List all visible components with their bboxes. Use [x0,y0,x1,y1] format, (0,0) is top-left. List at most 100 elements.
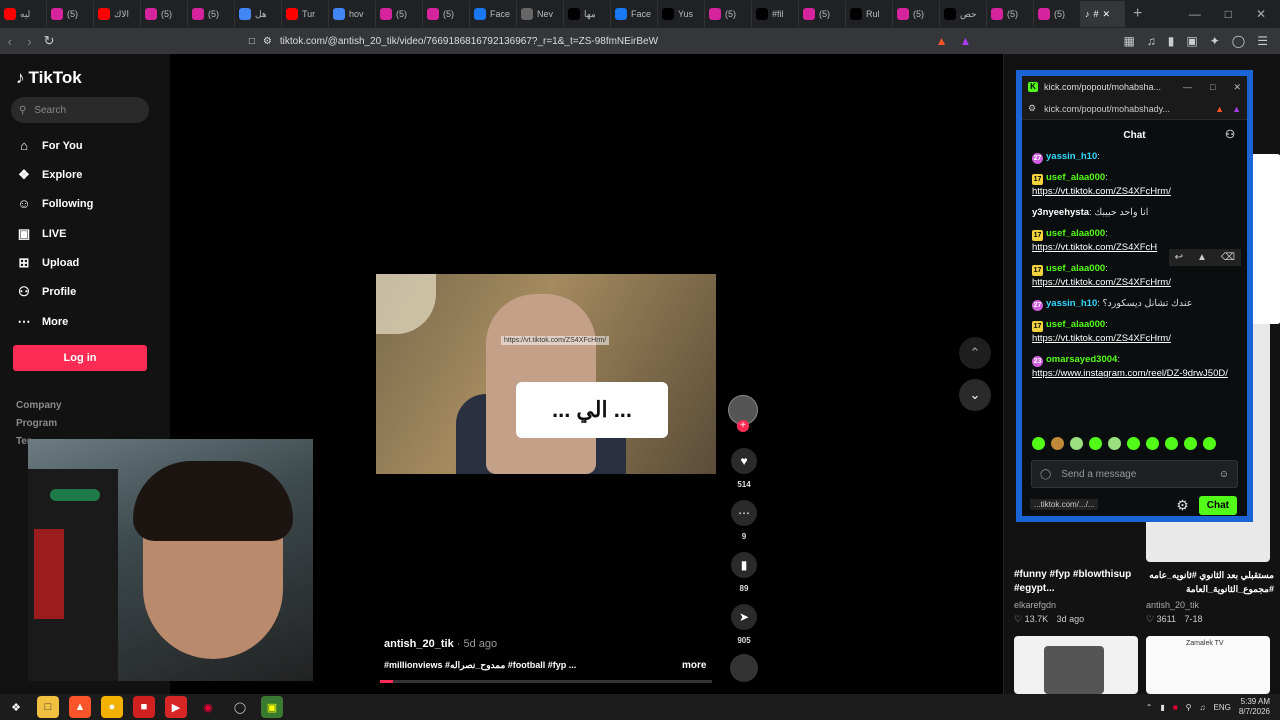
forward-icon[interactable]: › [20,34,40,49]
footer-program[interactable]: Program [16,418,57,429]
heart-icon[interactable]: ♥ [731,448,757,474]
chat-username[interactable]: usef_alaa000 [1046,172,1105,183]
browser-tab[interactable]: Face [470,1,517,27]
video-player[interactable]: https://vt.tiktok.com/ZS4XFcHrm/ ... الي… [376,274,716,474]
rewards-icon[interactable]: ▲ [1232,104,1241,114]
browser-tab[interactable]: #fil [752,1,799,27]
chat-message[interactable]: 17 usef_alaa000: https://vt.tiktok.com/ZS… [1032,318,1237,346]
audio-icon[interactable]: ♪ [1085,9,1090,19]
feed-item-author[interactable]: antish_20_tik [1146,600,1199,610]
nav-explore[interactable]: ❖ Explore [16,167,82,183]
chat-message-link[interactable]: https://vt.tiktok.com/ZS4XFcHrm/ [1032,186,1171,197]
login-button[interactable]: Log in [13,345,147,371]
chat-send-button[interactable]: Chat [1198,496,1237,515]
browser-tab[interactable]: (5) [705,1,752,27]
url-field[interactable]: □ ⚙ tiktok.com/@antish_20_tik/video/7669… [249,36,936,47]
browser-tab[interactable]: هل [235,1,282,27]
close-icon[interactable]: ✕ [1256,7,1266,21]
chat-message-link[interactable]: https://vt.tiktok.com/ZS4XFcHrm/ [1032,333,1171,344]
brave-shield-icon[interactable]: ▲ [936,34,948,48]
feed-item-author[interactable]: elkarefgdn [1014,600,1056,610]
brave-shield-icon[interactable]: ▲ [1215,104,1224,114]
app-icon-yellow[interactable]: ● [101,696,123,718]
rewards-icon[interactable]: ▲ [960,34,972,48]
browser-tab[interactable]: (5) [376,1,423,27]
browser-tab[interactable]: حص [940,1,987,27]
close-icon[interactable]: ✕ [1233,82,1241,93]
app-icon-red[interactable]: ■ [133,696,155,718]
close-icon[interactable]: ✕ [1103,9,1111,20]
delete-icon[interactable]: ⌫ [1221,252,1235,263]
nav-more[interactable]: ⋯ More [16,314,69,330]
tiktok-logo[interactable]: ♪ TikTok [16,68,82,88]
emote-icon[interactable] [1184,437,1197,450]
browser-tab[interactable]: (5) [1034,1,1081,27]
feed-thumb-4[interactable]: Zamalek TV [1146,636,1270,694]
browser-tab-active[interactable]: ♪ # ✕ [1081,1,1125,27]
bookmark-icon[interactable]: □ [249,36,255,47]
emote-icon[interactable] [1051,437,1064,450]
chat-message[interactable]: 27 yassin_h10: عندك تشانل ديسكورد؟ [1032,297,1237,311]
reload-icon[interactable]: ↻ [39,33,59,49]
browser-tab[interactable]: Rul [846,1,893,27]
chat-message[interactable]: 17 usef_alaa000: https://vt.tiktok.com/ZS… [1032,171,1237,199]
browser-tab[interactable]: Nev [517,1,564,27]
minimize-icon[interactable]: — [1183,82,1192,93]
chat-message[interactable]: 23 omarsayed3004: https://www.instagram.c… [1032,353,1237,381]
chat-username[interactable]: usef_alaa000 [1046,319,1105,330]
feed-thumb-edge[interactable] [1252,154,1280,324]
follow-plus-icon[interactable]: + [737,420,749,432]
emote-icon[interactable] [1032,437,1045,450]
youtube-icon[interactable]: ▶ [165,696,187,718]
emote-icon[interactable] [1070,437,1083,450]
obs-icon[interactable]: ◉ [197,696,219,718]
save-action[interactable]: ▮ 89 [731,552,757,593]
nav-live[interactable]: ▣ LIVE [16,226,67,242]
browser-tab[interactable]: (5) [47,1,94,27]
browser-tab[interactable]: hov [329,1,376,27]
browser-tab[interactable]: (5) [799,1,846,27]
wifi-icon[interactable]: ⚲ [1186,703,1192,712]
footer-company[interactable]: Company [16,400,62,411]
search-input[interactable]: ⚲ Search [11,97,149,123]
tray-app-icon[interactable]: ■ [1173,703,1178,712]
chat-message-link[interactable]: https://vt.tiktok.com/ZS4XFcH [1032,242,1157,253]
browser-tab[interactable]: مها [564,1,611,27]
file-explorer-icon[interactable]: □ [37,696,59,718]
chevron-up-icon[interactable]: ⌃ [1146,703,1153,712]
media-icon[interactable]: ♫ [1147,34,1156,48]
app-icon-circle[interactable]: ◯ [229,696,251,718]
share-action[interactable]: ➤ 905 [731,604,757,645]
browser-tab[interactable]: (5) [987,1,1034,27]
chat-username[interactable]: omarsayed3004 [1046,354,1117,365]
emote-icon[interactable] [1089,437,1102,450]
nav-profile[interactable]: ⚇ Profile [16,284,76,300]
chat-message-input[interactable]: ◯ Send a message ☺ [1031,460,1238,488]
pin-icon[interactable]: ▲ [1197,252,1207,263]
video-author[interactable]: antish_20_tik [384,638,454,650]
popout-url[interactable]: kick.com/popout/mohabshady... [1044,104,1170,114]
music-disc-icon[interactable] [730,654,758,682]
bookmark-icon[interactable]: ▮ [731,552,757,578]
emote-icon[interactable] [1127,437,1140,450]
emote-icon[interactable] [1146,437,1159,450]
gear-icon[interactable]: ⚙ [1176,497,1189,514]
menu-icon[interactable]: ☰ [1257,34,1268,48]
chat-users-icon[interactable]: ⚇ [1225,128,1235,141]
chat-message[interactable]: 27 yassin_h10: [1032,150,1237,164]
volume-icon[interactable]: ♫ [1200,703,1206,712]
browser-tab[interactable]: (5) [423,1,470,27]
minimize-icon[interactable]: — [1189,7,1201,21]
browser-tab[interactable]: (5) [188,1,235,27]
chat-username[interactable]: usef_alaa000 [1046,263,1105,274]
chat-message-link[interactable]: https://vt.tiktok.com/ZS4XFcHrm/ [1032,277,1171,288]
chat-username[interactable]: y3nyeehysta [1032,207,1089,218]
maximize-icon[interactable]: □ [1225,7,1232,21]
wallet-icon[interactable]: ▣ [1186,34,1197,48]
clock[interactable]: 5:39 AM 8/7/2026 [1239,697,1270,717]
feed-item-title[interactable]: #funny #fyp #blowthisup #egypt... [1014,568,1134,596]
maximize-icon[interactable]: □ [1210,82,1215,93]
feed-thumb-3[interactable] [1014,636,1138,694]
browser-tab[interactable]: (5) [141,1,188,27]
browser-tab[interactable]: Face [611,1,658,27]
